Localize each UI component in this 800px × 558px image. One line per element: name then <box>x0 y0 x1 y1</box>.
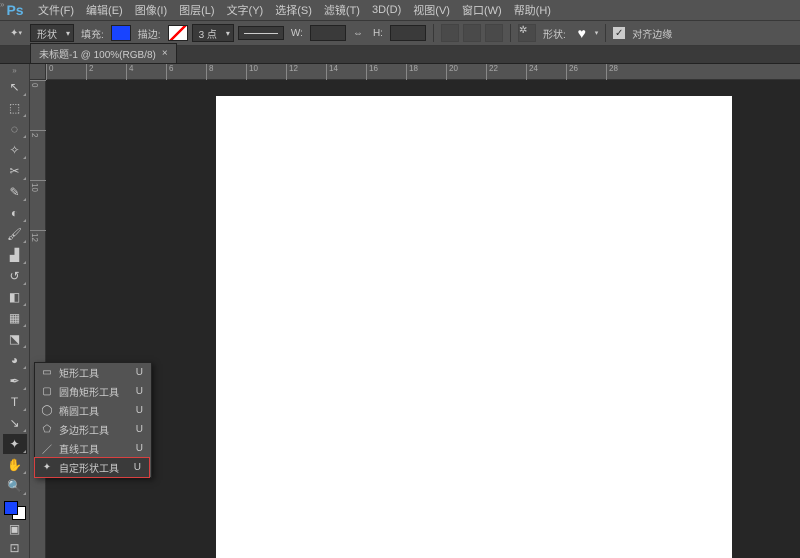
stroke-label: 描边: <box>138 26 161 41</box>
tool-dodge[interactable]: ◕ <box>3 350 27 370</box>
separator <box>510 24 511 42</box>
vertical-ruler[interactable]: 021012 <box>30 80 46 558</box>
menu-help[interactable]: 帮助(H) <box>508 2 557 18</box>
shape-icon: ✦ <box>41 462 53 474</box>
tool-spot-heal[interactable]: ◐ <box>3 203 27 223</box>
flyout-item[interactable]: ✦ 自定形状工具 U <box>34 457 150 478</box>
menu-file[interactable]: 文件(F) <box>32 2 80 18</box>
tool-crop[interactable]: ✂ <box>3 161 27 181</box>
tool-path-select[interactable]: ↘ <box>3 413 27 433</box>
path-operations-icon[interactable] <box>441 24 459 42</box>
tool-lasso[interactable]: ◌ <box>3 119 27 139</box>
shortcut-key: U <box>136 443 143 454</box>
align-edges-checkbox[interactable]: ✓ <box>613 27 625 39</box>
screen-mode-icon[interactable]: ⊡ <box>3 539 27 557</box>
flyout-item[interactable]: ◯ 椭圆工具 U <box>35 401 151 420</box>
tool-custom-shape[interactable]: ✦ <box>3 434 27 454</box>
shape-icon: ▭ <box>41 367 53 379</box>
tool-zoom[interactable]: 🔍 <box>3 476 27 496</box>
canvas-area: 0246810121416182022242628 021012 <box>30 64 800 558</box>
stroke-width-dropdown[interactable]: 3 点 <box>192 24 234 42</box>
shortcut-key: U <box>136 367 143 378</box>
separator <box>605 24 606 42</box>
tool-history-brush[interactable]: ↺ <box>3 266 27 286</box>
shape-icon: ／ <box>41 443 53 455</box>
workspace: » ↖⬚◌✧✂✎◐🖌▟↺◧▦⬔◕✒T↘✦✋🔍 ▣ ⊡ 0246810121416… <box>0 64 800 558</box>
menu-layer[interactable]: 图层(L) <box>173 2 220 18</box>
foreground-color[interactable] <box>4 501 18 515</box>
shape-picker-heart-icon[interactable]: ♥ <box>573 25 591 41</box>
stroke-swatch[interactable] <box>168 25 188 41</box>
separator <box>433 24 434 42</box>
settings-icon[interactable]: ✲ <box>518 24 536 42</box>
menu-bar: Ps 文件(F) 编辑(E) 图像(I) 图层(L) 文字(Y) 选择(S) 滤… <box>0 0 800 20</box>
fill-swatch[interactable] <box>111 25 131 41</box>
tool-clone[interactable]: ▟ <box>3 245 27 265</box>
flyout-label: 直线工具 <box>59 441 99 456</box>
document-tab[interactable]: 未标题-1 @ 100%(RGB/8) × <box>30 43 177 63</box>
stroke-style-dropdown[interactable] <box>238 26 284 40</box>
menu-image[interactable]: 图像(I) <box>129 2 173 18</box>
tool-marquee[interactable]: ⬚ <box>3 98 27 118</box>
quick-mask-icon[interactable]: ▣ <box>3 520 27 538</box>
align-edges-label: 对齐边缘 <box>632 26 672 41</box>
menu-edit[interactable]: 编辑(E) <box>80 2 129 18</box>
tool-hand[interactable]: ✋ <box>3 455 27 475</box>
shape-icon: ▢ <box>41 386 53 398</box>
tool-eraser[interactable]: ◧ <box>3 287 27 307</box>
width-label: W: <box>291 28 303 39</box>
height-input[interactable] <box>390 25 426 41</box>
flyout-item[interactable]: ⬠ 多边形工具 U <box>35 420 151 439</box>
flyout-item[interactable]: ／ 直线工具 U <box>35 439 151 458</box>
tool-type[interactable]: T <box>3 392 27 412</box>
shortcut-key: U <box>136 405 143 416</box>
height-label: H: <box>373 28 383 39</box>
menu-window[interactable]: 窗口(W) <box>456 2 508 18</box>
shape-tool-flyout: ▭ 矩形工具 U ▢ 圆角矩形工具 U ◯ 椭圆工具 U ⬠ 多边形工具 U ／ 直线工具 U ✦ 自定形状工具… <box>34 362 152 478</box>
flyout-item[interactable]: ▢ 圆角矩形工具 U <box>35 382 151 401</box>
flyout-label: 椭圆工具 <box>59 403 99 418</box>
tool-magic-wand[interactable]: ✧ <box>3 140 27 160</box>
shape-mode-dropdown[interactable]: 形状 <box>30 24 74 42</box>
tool-gradient[interactable]: ▦ <box>3 308 27 328</box>
menu-filter[interactable]: 滤镜(T) <box>318 2 366 18</box>
color-swatches[interactable] <box>4 501 26 521</box>
tool-eyedropper[interactable]: ✎ <box>3 182 27 202</box>
link-wh-icon[interactable]: ⇔ <box>353 28 363 39</box>
tool-preset-icon[interactable]: ✦▾ <box>6 23 26 43</box>
tab-close-icon[interactable]: × <box>162 48 168 59</box>
flyout-label: 自定形状工具 <box>59 460 119 475</box>
shortcut-key: U <box>136 424 143 435</box>
flyout-label: 矩形工具 <box>59 365 99 380</box>
flyout-label: 圆角矩形工具 <box>59 384 119 399</box>
tool-pen[interactable]: ✒ <box>3 371 27 391</box>
document-canvas[interactable] <box>216 96 732 558</box>
expand-icon[interactable]: » <box>0 0 8 12</box>
ruler-origin[interactable] <box>30 64 46 80</box>
shape-label: 形状: <box>543 26 566 41</box>
fill-label: 填充: <box>81 26 104 41</box>
flyout-label: 多边形工具 <box>59 422 109 437</box>
tools-panel: » ↖⬚◌✧✂✎◐🖌▟↺◧▦⬔◕✒T↘✦✋🔍 ▣ ⊡ <box>0 64 30 558</box>
menu-type[interactable]: 文字(Y) <box>221 2 270 18</box>
tool-blur[interactable]: ⬔ <box>3 329 27 349</box>
shortcut-key: U <box>136 386 143 397</box>
menu-view[interactable]: 视图(V) <box>407 2 456 18</box>
tool-brush[interactable]: 🖌 <box>3 224 27 244</box>
document-tab-bar: » 未标题-1 @ 100%(RGB/8) × <box>0 46 800 64</box>
shape-icon: ⬠ <box>41 424 53 436</box>
shape-icon: ◯ <box>41 405 53 417</box>
flyout-item[interactable]: ▭ 矩形工具 U <box>35 363 151 382</box>
shortcut-key: U <box>134 462 141 473</box>
path-arrangement-icon[interactable] <box>485 24 503 42</box>
toolbar-expand-icon[interactable]: » <box>3 66 27 77</box>
horizontal-ruler[interactable]: 0246810121416182022242628 <box>46 64 800 80</box>
path-alignment-icon[interactable] <box>463 24 481 42</box>
menu-select[interactable]: 选择(S) <box>269 2 318 18</box>
tool-move[interactable]: ↖ <box>3 77 27 97</box>
menu-3d[interactable]: 3D(D) <box>366 4 407 16</box>
width-input[interactable] <box>310 25 346 41</box>
tab-title: 未标题-1 @ 100%(RGB/8) <box>39 46 156 61</box>
